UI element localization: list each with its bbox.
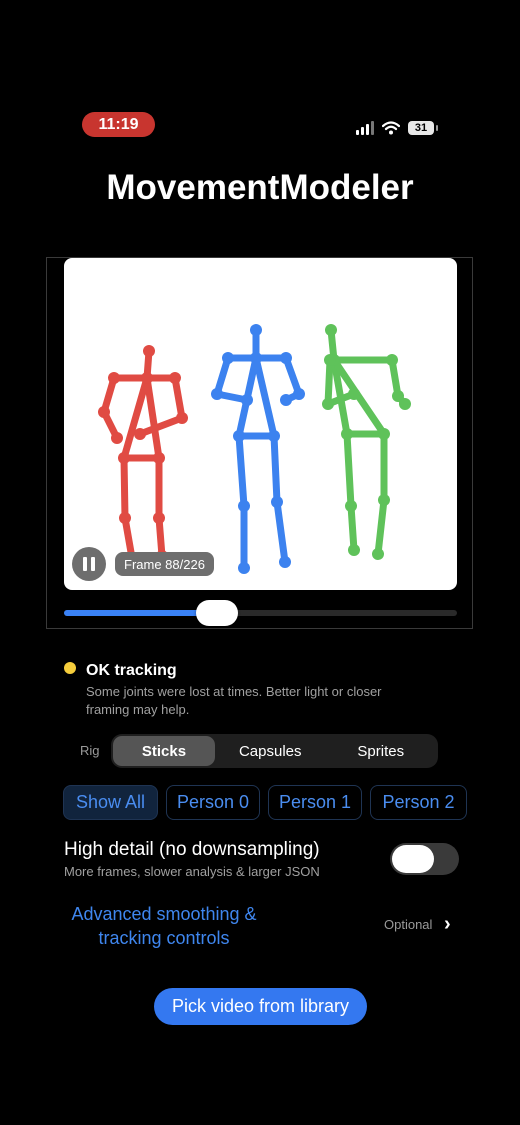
skeleton-joint: [134, 428, 146, 440]
skeleton-joint: [153, 452, 165, 464]
skeleton-joint: [293, 388, 305, 400]
skeleton-bone: [171, 374, 186, 422]
skeleton-bone: [252, 354, 278, 440]
skeleton-overlay: [98, 324, 411, 574]
battery-icon: 31: [408, 121, 438, 135]
pause-button[interactable]: [72, 547, 106, 581]
scrubber-progress: [64, 610, 218, 616]
rig-option-capsules[interactable]: Capsules: [215, 736, 326, 766]
skeleton-joint: [372, 548, 384, 560]
skeleton-bone: [143, 374, 163, 462]
advanced-controls-link[interactable]: Advanced smoothing & tracking controls: [46, 902, 282, 950]
skeleton-joint: [98, 406, 110, 418]
skeleton-joint: [153, 512, 165, 524]
cellular-signal-icon: [356, 121, 374, 135]
skeleton-joint: [111, 432, 123, 444]
frame-counter: Frame 88/226: [115, 552, 214, 576]
skeleton-joint: [119, 512, 131, 524]
high-detail-description: More frames, slower analysis & larger JS…: [64, 864, 320, 879]
skeleton-joint: [250, 324, 262, 336]
skeleton-joint: [348, 388, 360, 400]
skeleton-joint: [341, 428, 353, 440]
person-filter: Show All Person 0 Person 1 Person 2: [63, 785, 467, 820]
skeleton-joint: [222, 352, 234, 364]
skeleton-bone: [347, 502, 358, 554]
skeleton-bone: [273, 498, 289, 566]
status-time: 11:19: [82, 112, 155, 137]
tracking-status-dot: [64, 662, 76, 674]
skeleton-joint: [345, 500, 357, 512]
chevron-right-icon[interactable]: ›: [444, 913, 451, 936]
skeleton-joint: [280, 394, 292, 406]
skeleton-bone: [374, 496, 388, 558]
skeleton-bone: [136, 414, 186, 438]
skeleton-joint: [325, 324, 337, 336]
pick-video-button[interactable]: Pick video from library: [154, 988, 367, 1025]
skeleton-joint: [324, 354, 336, 366]
person-2-skeleton: [322, 324, 411, 560]
person-1-button[interactable]: Person 1: [268, 785, 362, 820]
person-2-button[interactable]: Person 2: [370, 785, 467, 820]
skeleton-joint: [280, 352, 292, 364]
skeleton-joint: [378, 428, 390, 440]
person-1-skeleton: [211, 324, 305, 574]
skeleton-joint: [279, 556, 291, 568]
skeleton-bone: [120, 454, 129, 522]
skeleton-joint: [176, 412, 188, 424]
person-0-skeleton: [98, 345, 188, 564]
optional-badge: Optional: [384, 917, 433, 932]
skeleton-bone: [270, 432, 281, 506]
skeleton-bone: [343, 430, 355, 510]
pose-preview-canvas: [64, 258, 457, 590]
skeleton-joint: [118, 452, 130, 464]
skeleton-bone: [324, 356, 334, 408]
scrubber-thumb[interactable]: [196, 600, 239, 626]
skeleton-joint: [238, 562, 250, 574]
person-0-button[interactable]: Person 0: [166, 785, 260, 820]
rig-option-sprites[interactable]: Sprites: [326, 736, 437, 766]
app-title: MovementModeler: [106, 168, 414, 207]
skeleton-joint: [211, 388, 223, 400]
skeleton-joint: [143, 345, 155, 357]
show-all-button[interactable]: Show All: [63, 785, 158, 820]
high-detail-toggle[interactable]: [390, 843, 459, 875]
skeleton-joint: [141, 372, 153, 384]
skeleton-joint: [378, 494, 390, 506]
skeleton-joint: [348, 544, 360, 556]
skeleton-joint: [386, 354, 398, 366]
pause-icon: [83, 557, 87, 571]
skeleton-joint: [271, 496, 283, 508]
skeleton-joint: [238, 500, 250, 512]
rig-option-sticks[interactable]: Sticks: [113, 736, 215, 766]
skeleton-joint: [169, 372, 181, 384]
status-icons: 31: [356, 118, 438, 138]
skeleton-joint: [268, 430, 280, 442]
wifi-icon: [382, 121, 400, 135]
tracking-status-description: Some joints were lost at times. Better l…: [86, 684, 382, 717]
skeleton-joint: [322, 398, 334, 410]
skeleton-bone: [235, 432, 248, 510]
skeleton-joint: [108, 372, 120, 384]
skeleton-joint: [250, 352, 262, 364]
rig-segmented-control: Sticks Capsules Sprites: [111, 734, 438, 768]
skeleton-joint: [233, 430, 245, 442]
skeleton-bone: [120, 374, 151, 462]
skeleton-joint: [399, 398, 411, 410]
skeleton-joint: [241, 394, 253, 406]
tracking-status-title: OK tracking: [86, 662, 177, 679]
rig-label: Rig: [80, 743, 100, 758]
high-detail-title: High detail (no downsampling): [64, 839, 320, 860]
